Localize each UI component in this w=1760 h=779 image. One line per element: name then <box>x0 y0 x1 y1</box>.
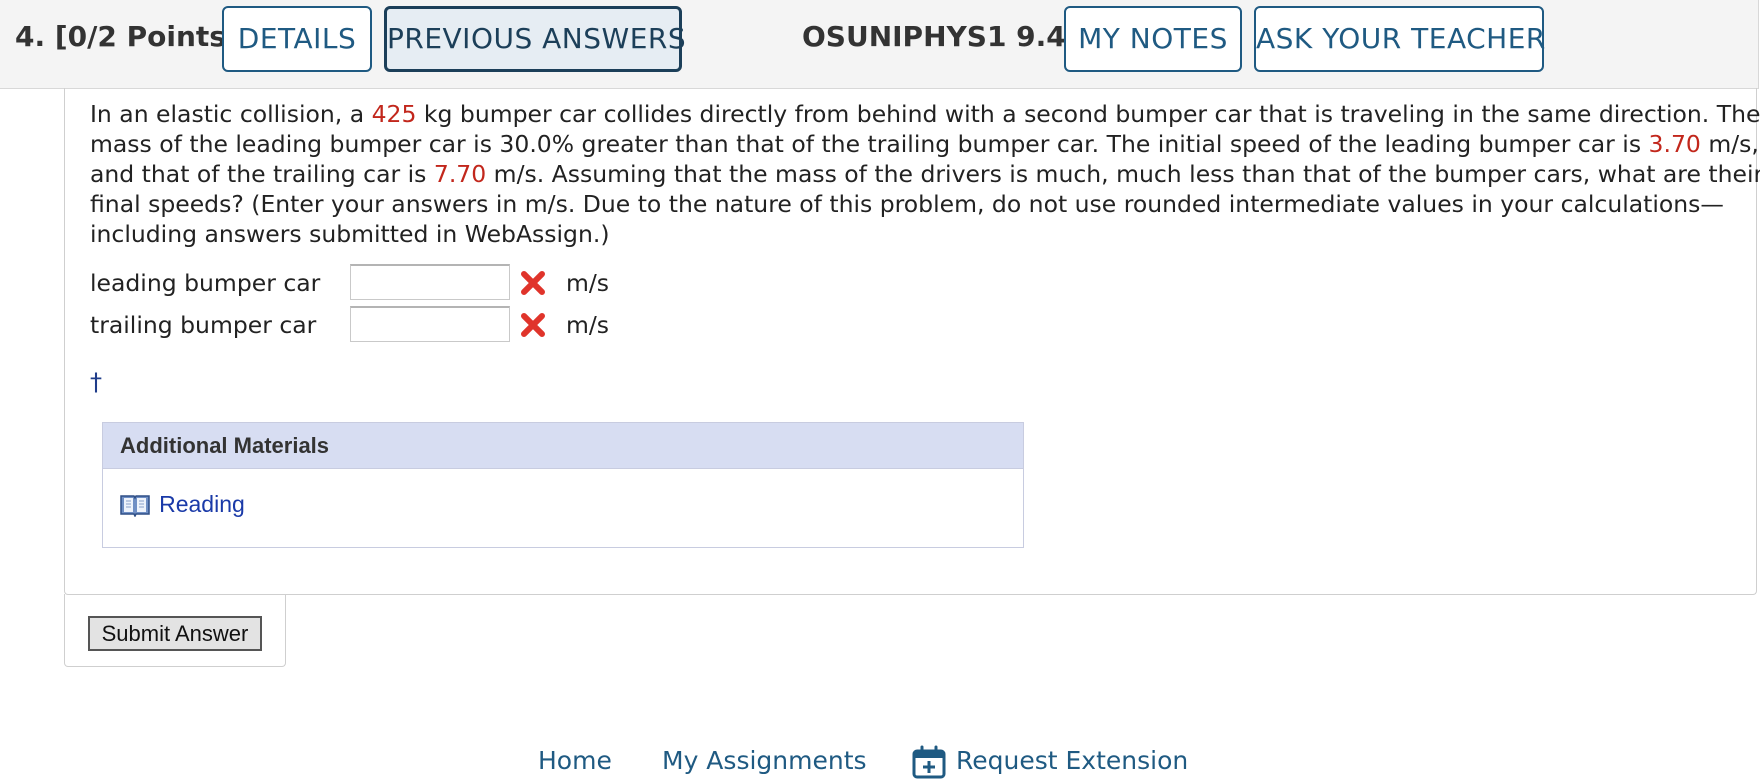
ask-your-teacher-button[interactable]: ASK YOUR TEACHER <box>1254 6 1545 72</box>
previous-answers-button[interactable]: PREVIOUS ANSWERS <box>384 6 686 72</box>
footer-my-assignments-link[interactable]: My Assignments <box>662 746 867 775</box>
answer-row-trailing: trailing bumper car m/s <box>90 306 690 342</box>
submit-answer-button[interactable]: Submit Answer <box>88 616 262 651</box>
points-score: [0/2 Points] <box>54 20 239 53</box>
footer-request-extension-link[interactable]: Request Extension <box>956 746 1188 775</box>
leading-car-answer-input[interactable] <box>350 264 510 300</box>
answer-row-leading: leading bumper car m/s <box>90 264 690 300</box>
answer-unit: m/s <box>566 269 610 297</box>
incorrect-x-icon <box>521 313 545 337</box>
answer-unit: m/s <box>566 311 610 339</box>
question-header: 4. [0/2 Points] DETAILS PREVIOUS ANSWERS… <box>0 0 1759 89</box>
calendar-plus-icon <box>912 745 946 779</box>
details-button[interactable]: DETAILS <box>222 6 372 72</box>
additional-materials-title: Additional Materials <box>103 423 1023 469</box>
additional-materials-box: Additional Materials Reading <box>102 422 1024 548</box>
book-icon <box>120 494 150 517</box>
mass-value: 425 <box>371 100 417 128</box>
trailing-speed-value: 7.70 <box>433 160 487 188</box>
footnote-dagger: † <box>90 368 102 396</box>
submit-panel: Submit Answer <box>64 594 286 667</box>
reading-link[interactable]: Reading <box>159 491 245 517</box>
question-points: 4. [0/2 Points] <box>15 20 239 53</box>
answer-label: leading bumper car <box>90 269 321 297</box>
trailing-car-answer-input[interactable] <box>350 306 510 342</box>
footer-home-link[interactable]: Home <box>538 746 612 775</box>
answer-label: trailing bumper car <box>90 311 317 339</box>
question-text: In an elastic collision, a 425 kg bumper… <box>90 99 1760 249</box>
leading-speed-value: 3.70 <box>1648 130 1701 158</box>
question-text-part: In an elastic collision, a <box>90 100 372 128</box>
reading-link-row[interactable]: Reading <box>120 491 245 521</box>
my-notes-button[interactable]: MY NOTES <box>1064 6 1242 72</box>
incorrect-x-icon <box>521 271 545 295</box>
question-number: 4. <box>15 20 46 53</box>
